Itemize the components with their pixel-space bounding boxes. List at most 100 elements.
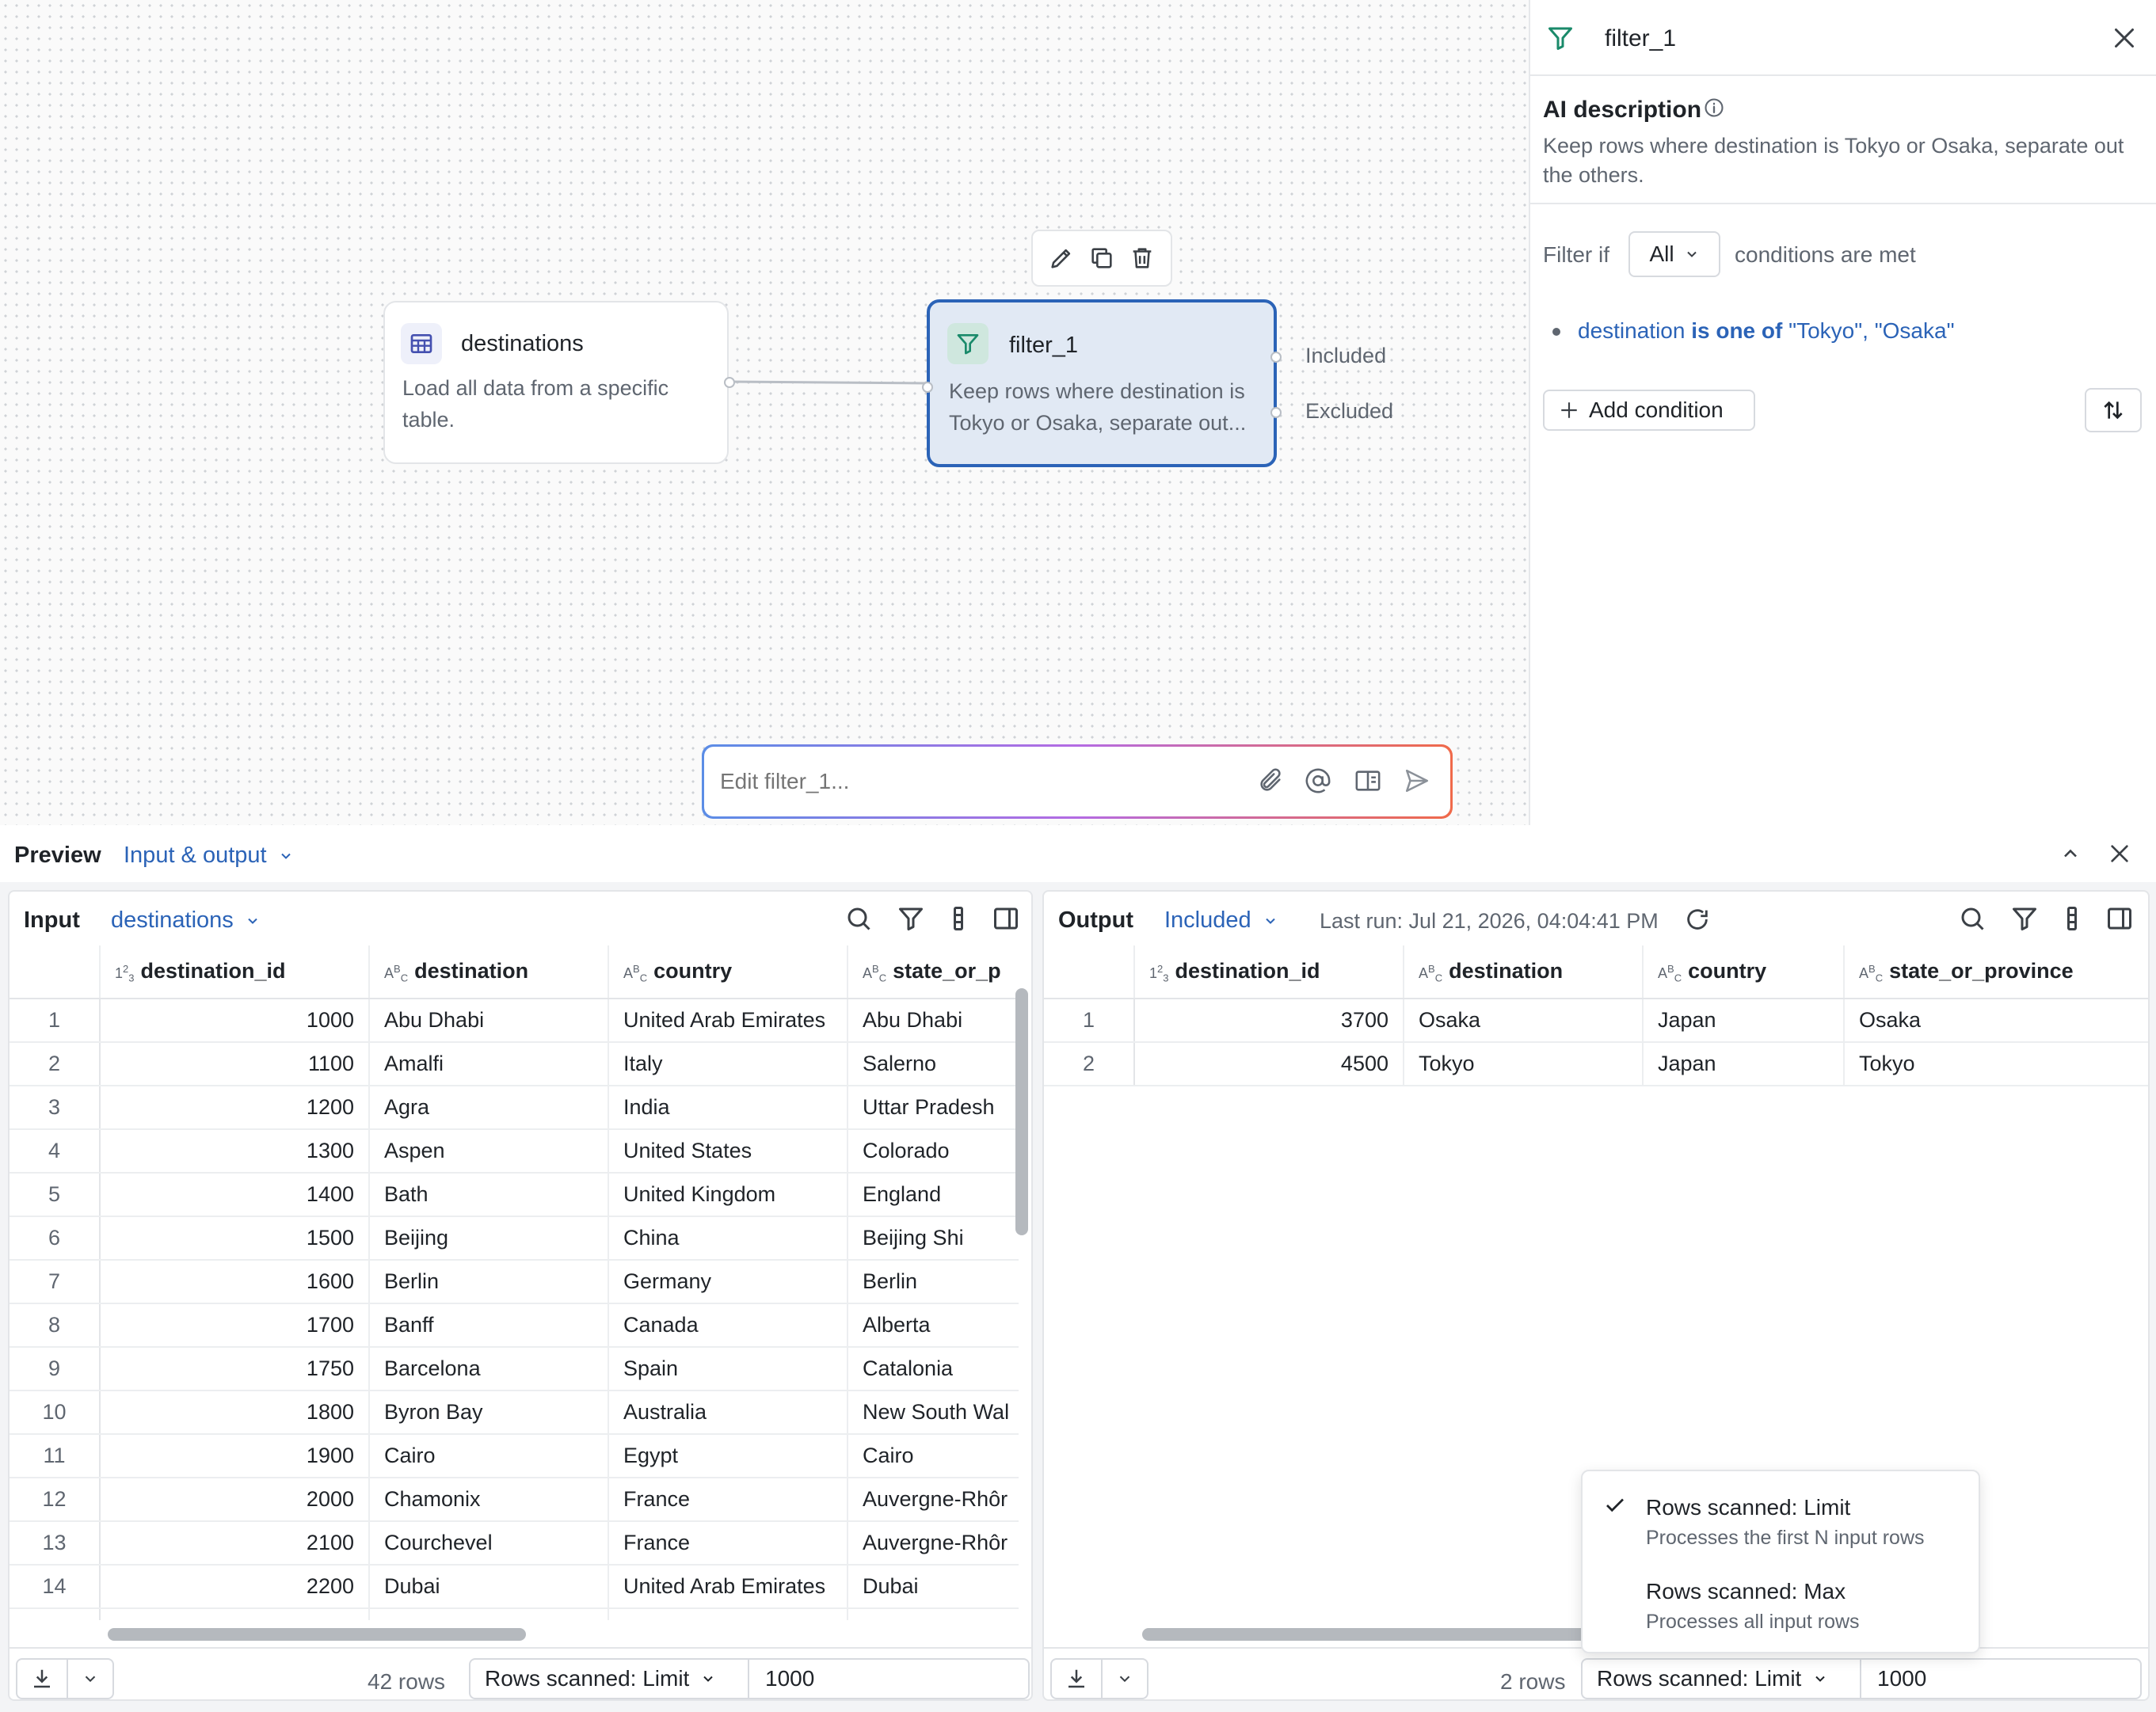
copy-icon[interactable]	[1088, 245, 1115, 272]
filter-icon[interactable]	[897, 904, 925, 933]
input-tools	[844, 904, 1020, 933]
table-row[interactable]: 8 1700 Banff Canada Alberta	[10, 1303, 1019, 1348]
rows-scanned-select[interactable]: Rows scanned: Limit	[1583, 1660, 1861, 1698]
included-port[interactable]	[1270, 352, 1282, 363]
column-header-country[interactable]: ABC country	[608, 945, 848, 999]
plus-icon	[1559, 400, 1579, 420]
download-button-group	[1050, 1658, 1148, 1699]
refresh-icon[interactable]	[1684, 906, 1711, 933]
table-row[interactable]: 1 1000 Abu Dhabi United Arab Emirates Abu Dh…	[10, 999, 1019, 1043]
rows-scanned-value: Rows scanned: Limit	[485, 1666, 690, 1691]
download-icon[interactable]	[1052, 1660, 1103, 1698]
send-icon[interactable]	[1403, 767, 1431, 794]
rows-scanned-select[interactable]: Rows scanned: Limit	[470, 1660, 749, 1698]
chevron-down-icon[interactable]	[68, 1660, 112, 1698]
book-icon[interactable]	[1354, 767, 1382, 794]
table-row[interactable]: 10 1800 Byron Bay Australia New South Wal	[10, 1391, 1019, 1435]
table-row[interactable]: 2 1100 Amalfi Italy Salerno	[10, 1042, 1019, 1086]
preview-mode-dropdown[interactable]: Input & output	[124, 843, 294, 869]
search-icon[interactable]	[844, 904, 873, 933]
table-cell: Cairo	[848, 1434, 1019, 1478]
columns-icon[interactable]	[2063, 904, 2082, 933]
column-header-state-or-province[interactable]: ABC state_or_province	[1844, 945, 2148, 999]
table-row[interactable]: 3 1200 Agra India Uttar Pradesh	[10, 1086, 1019, 1130]
column-header-destination[interactable]: ABC destination	[369, 945, 609, 999]
info-icon[interactable]	[1703, 97, 1725, 119]
column-name: destination	[414, 959, 529, 983]
columns-icon[interactable]	[949, 904, 968, 933]
paperclip-icon[interactable]	[1257, 767, 1284, 794]
table-row[interactable]: 11 1900 Cairo Egypt Cairo	[10, 1434, 1019, 1478]
menu-item-limit[interactable]: Rows scanned: Limit Processes the first …	[1583, 1479, 1979, 1562]
menu-item-title: Rows scanned: Max	[1646, 1579, 1846, 1604]
condition-rule[interactable]: destination is one of "Tokyo", "Osaka"	[1578, 318, 1955, 344]
chevron-down-icon	[1263, 913, 1278, 929]
table-row[interactable]: 6 1500 Beijing China Beijing Shi	[10, 1216, 1019, 1261]
trash-icon[interactable]	[1129, 245, 1156, 272]
table-row[interactable]: 5 1400 Bath United Kingdom England	[10, 1173, 1019, 1217]
row-number: 6	[10, 1216, 101, 1261]
filter-node[interactable]: filter_1 Keep rows where destination is …	[922, 299, 1282, 467]
swap-button[interactable]	[2085, 388, 2142, 432]
column-header-state-or-p[interactable]: ABC state_or_p	[848, 945, 1019, 999]
table-cell: France	[608, 1478, 848, 1522]
input-pane: Input destinations 123 destination_id ABC d…	[8, 890, 1033, 1701]
menu-item-max[interactable]: Rows scanned: Max Processes all input ro…	[1583, 1563, 1979, 1645]
filter-config-panel: filter_1 AI description Keep rows where …	[1530, 0, 2156, 825]
input-source-value: destinations	[111, 907, 234, 933]
table-row[interactable]: 2 4500 Tokyo Japan Tokyo	[1044, 1042, 2148, 1086]
preview-mode-value: Input & output	[124, 843, 267, 868]
table-row[interactable]: 9 1750 Barcelona Spain Catalonia	[10, 1347, 1019, 1391]
row-limit-input[interactable]: 1000	[749, 1660, 814, 1698]
output-branch-dropdown[interactable]: Included	[1164, 907, 1278, 934]
close-icon[interactable]	[2107, 841, 2132, 866]
row-limit-input[interactable]: 1000	[1861, 1660, 1926, 1698]
rows-scanned-menu: Rows scanned: Limit Processes the first …	[1581, 1470, 1980, 1653]
vertical-scrollbar[interactable]	[1015, 988, 1028, 1235]
source-node-destinations[interactable]: destinations Load all data from a specif…	[383, 301, 735, 464]
filter-mode-select[interactable]: All	[1628, 231, 1720, 277]
column-header-destination[interactable]: ABC destination	[1404, 945, 1644, 999]
input-port[interactable]	[922, 382, 933, 393]
panel-title[interactable]: filter_1	[1605, 25, 1676, 52]
table-row[interactable]: 14 2200 Dubai United Arab Emirates Dubai	[10, 1565, 1019, 1609]
add-condition-button[interactable]: Add condition	[1543, 390, 1755, 431]
column-header-country[interactable]: ABC country	[1643, 945, 1845, 999]
table-row[interactable]: 13 2100 Courchevel France Auvergne-Rhôr	[10, 1521, 1019, 1566]
column-header-destination-id[interactable]: 123 destination_id	[1134, 945, 1404, 999]
check-icon	[1603, 1493, 1627, 1517]
table-cell: 2100	[100, 1521, 370, 1566]
edge-connector	[729, 380, 928, 385]
download-icon[interactable]	[17, 1660, 68, 1698]
column-header-destination-id[interactable]: 123 destination_id	[100, 945, 370, 999]
table-cell: France	[608, 1521, 848, 1566]
pencil-icon[interactable]	[1048, 245, 1075, 272]
search-icon[interactable]	[1958, 904, 1986, 933]
table-cell: 4500	[1134, 1042, 1404, 1086]
table-row[interactable]: 4 1300 Aspen United States Colorado	[10, 1129, 1019, 1174]
output-port[interactable]	[724, 377, 735, 388]
sidebar-panel-icon[interactable]	[992, 904, 1020, 933]
close-icon[interactable]	[2110, 24, 2139, 52]
output-row-count: 2 rows	[1500, 1669, 1566, 1694]
mention-icon[interactable]	[1305, 767, 1331, 794]
table-row[interactable]: 1 3700 Osaka Japan Osaka	[1044, 999, 2148, 1043]
workflow-canvas[interactable]: destinations Load all data from a specif…	[0, 0, 1530, 825]
input-source-dropdown[interactable]: destinations	[111, 907, 261, 934]
sidebar-panel-icon[interactable]	[2105, 904, 2134, 933]
horizontal-scrollbar[interactable]	[108, 1628, 526, 1641]
table-cell: Tokyo	[1844, 1042, 2148, 1086]
condition-operator: is one of	[1691, 318, 1783, 343]
table-cell: Canada	[608, 1303, 848, 1348]
chevron-down-icon[interactable]	[1103, 1660, 1147, 1698]
text-type-icon: ABC	[863, 963, 887, 984]
filter-icon[interactable]	[2010, 904, 2039, 933]
chevron-up-icon[interactable]	[2059, 843, 2082, 865]
table-cell: 1800	[100, 1391, 370, 1435]
input-label: Input	[24, 907, 80, 933]
excluded-port[interactable]	[1270, 407, 1282, 418]
table-row[interactable]: 7 1600 Berlin Germany Berlin	[10, 1260, 1019, 1304]
table-row[interactable]: 12 2000 Chamonix France Auvergne-Rhôr	[10, 1478, 1019, 1522]
table-row[interactable]: 15	[10, 1608, 1019, 1620]
prompt-input[interactable]	[718, 758, 1149, 805]
